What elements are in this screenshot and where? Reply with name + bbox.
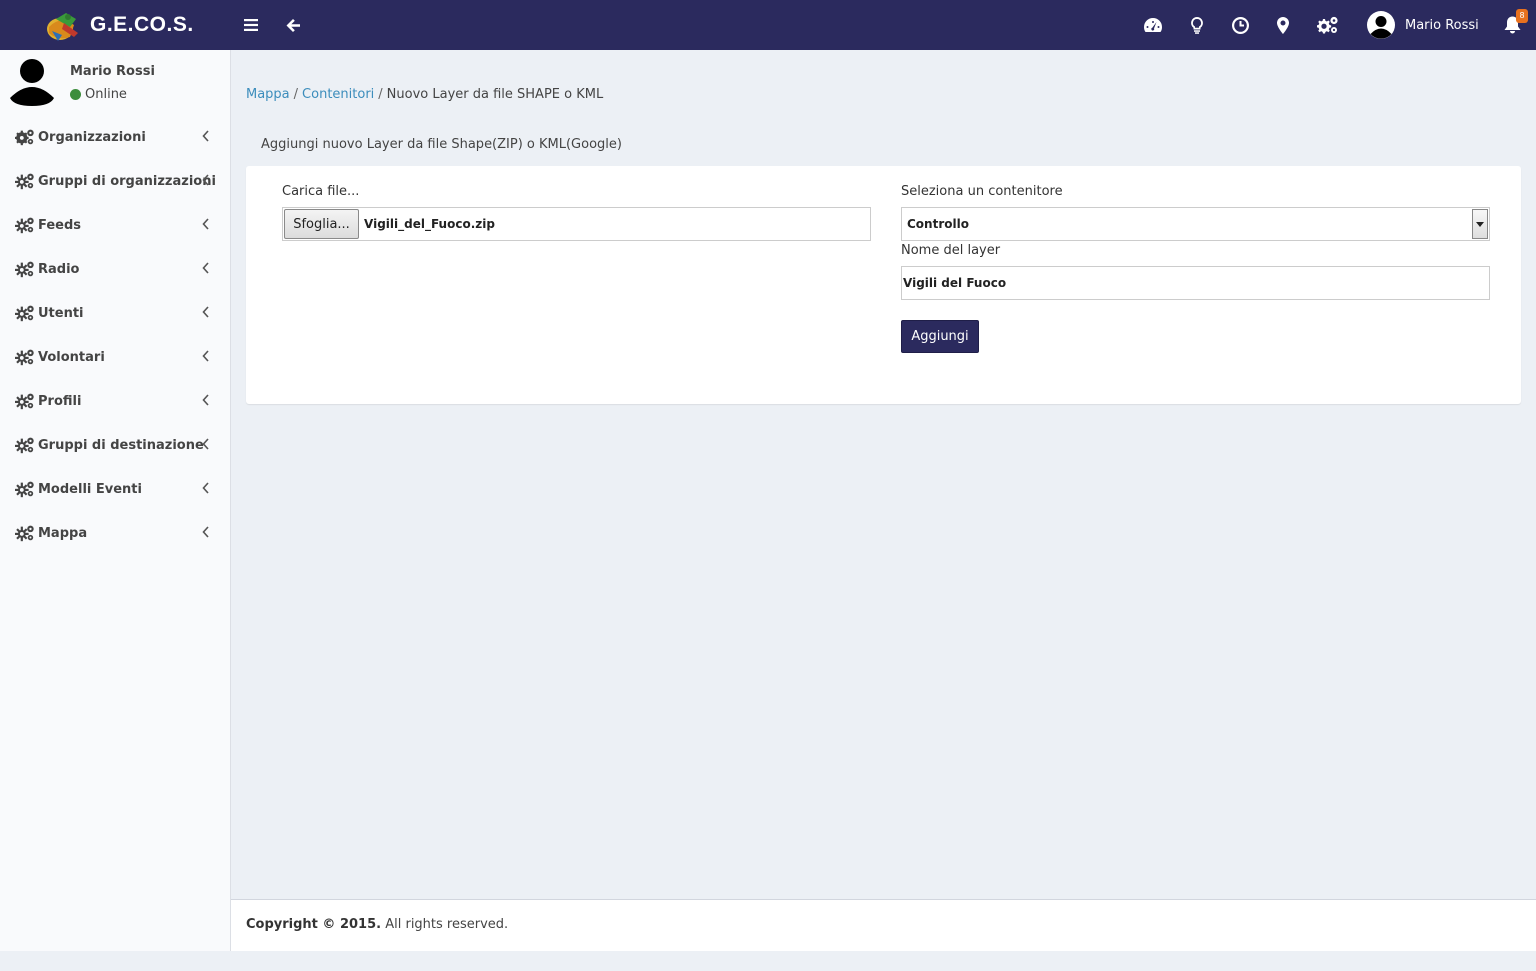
form-title: Aggiungi nuovo Layer da file Shape(ZIP) … xyxy=(261,137,622,152)
browse-button[interactable]: Sfoglia... xyxy=(284,209,359,239)
cogs-icon xyxy=(15,437,34,454)
user-status: Online xyxy=(70,87,127,102)
sidebar-item-label: Gruppi di destinazione xyxy=(38,437,204,453)
rights-text: All rights reserved. xyxy=(385,917,509,932)
container-select-label: Seleziona un contenitore xyxy=(901,184,1063,199)
select-arrow[interactable] xyxy=(1472,209,1488,239)
user-status-label: Online xyxy=(85,87,127,102)
sidebar-item-volontari[interactable]: Volontari xyxy=(0,335,230,379)
sidebar-item-mappa[interactable]: Mappa xyxy=(0,511,230,555)
breadcrumb-link-mappa[interactable]: Mappa xyxy=(246,87,290,102)
cogs-icon xyxy=(15,525,34,542)
dashboard-icon xyxy=(1144,18,1162,32)
cogs-icon xyxy=(15,305,34,322)
ideas-button[interactable] xyxy=(1185,13,1209,37)
chevron-left-icon xyxy=(202,262,209,274)
lightbulb-icon xyxy=(1191,16,1203,34)
breadcrumb-separator: / xyxy=(293,87,299,102)
map-button[interactable] xyxy=(1271,13,1295,37)
notification-badge: 8 xyxy=(1516,9,1528,23)
sidebar-user-name: Mario Rossi xyxy=(70,64,155,79)
sidebar-item-label: Radio xyxy=(38,261,80,277)
brand-name: G.E.CO.S. xyxy=(90,13,194,36)
caret-down-icon xyxy=(1476,221,1484,227)
sidebar-item-label: Utenti xyxy=(38,305,84,321)
chevron-left-icon xyxy=(202,438,209,450)
sidebar-item-organizzazioni[interactable]: Organizzazioni xyxy=(0,115,230,159)
sidebar-item-modelli-eventi[interactable]: Modelli Eventi xyxy=(0,467,230,511)
sidebar-item-label: Profili xyxy=(38,393,82,409)
chevron-left-icon xyxy=(202,394,209,406)
file-upload-input[interactable]: Sfoglia... Vigili_del_Fuoco.zip xyxy=(282,207,871,241)
user-panel: Mario Rossi Online xyxy=(10,58,220,108)
sidebar-toggle-button[interactable] xyxy=(239,13,263,37)
chevron-left-icon xyxy=(202,218,209,230)
add-button[interactable]: Aggiungi xyxy=(901,320,979,353)
upload-layer-form: Carica file... Sfoglia... Vigili_del_Fuo… xyxy=(246,166,1521,404)
cogs-icon xyxy=(15,481,34,498)
menu-toggle-icon xyxy=(244,19,258,31)
gecos-logo-icon xyxy=(47,13,78,41)
sidebar-item-gruppi-destinazione[interactable]: Gruppi di destinazione xyxy=(0,423,230,467)
sidebar-item-utenti[interactable]: Utenti xyxy=(0,291,230,335)
cogs-icon xyxy=(15,173,34,190)
sidebar: Mario Rossi Online Organizzazioni Gruppi… xyxy=(0,50,231,951)
copyright-text: Copyright © 2015. xyxy=(246,917,382,932)
footer: Copyright © 2015. All rights reserved. xyxy=(231,899,1536,951)
sidebar-item-label: Modelli Eventi xyxy=(38,481,142,497)
map-marker-icon xyxy=(1277,16,1289,34)
cogs-icon xyxy=(15,217,34,234)
chevron-left-icon xyxy=(202,350,209,362)
history-button[interactable] xyxy=(1228,13,1252,37)
sidebar-item-gruppi-organizzazioni[interactable]: Gruppi di organizzazioni xyxy=(0,159,230,203)
breadcrumb-separator: / xyxy=(378,87,383,102)
sidebar-item-feeds[interactable]: Feeds xyxy=(0,203,230,247)
back-arrow-icon xyxy=(286,18,300,32)
clock-icon xyxy=(1231,16,1249,34)
chevron-left-icon xyxy=(202,130,209,142)
chevron-left-icon xyxy=(202,526,209,538)
chevron-left-icon xyxy=(202,482,209,494)
sidebar-item-label: Organizzazioni xyxy=(38,129,146,145)
cogs-icon xyxy=(1317,16,1338,34)
selected-file-name: Vigili_del_Fuoco.zip xyxy=(364,217,495,231)
layer-name-label: Nome del layer xyxy=(901,243,1001,258)
main-content: Mappa / Contenitori / Nuovo Layer da file SH… xyxy=(231,50,1536,899)
online-status-dot-icon xyxy=(70,89,81,100)
cogs-icon xyxy=(15,261,34,278)
sidebar-item-radio[interactable]: Radio xyxy=(0,247,230,291)
layer-name-input[interactable] xyxy=(901,266,1490,300)
sidebar-menu: Organizzazioni Gruppi di organizzazioni … xyxy=(0,115,230,555)
cogs-icon xyxy=(15,349,34,366)
sidebar-item-label: Mappa xyxy=(38,525,88,541)
user-menu[interactable]: Mario Rossi xyxy=(1367,11,1479,39)
top-navbar: G.E.CO.S. Mario Rossi 8 xyxy=(0,0,1536,50)
sidebar-item-label: Volontari xyxy=(38,349,105,365)
file-upload-label: Carica file... xyxy=(282,184,360,199)
user-avatar-icon xyxy=(1367,11,1395,39)
chevron-left-icon xyxy=(202,174,209,186)
brand-logo[interactable]: G.E.CO.S. xyxy=(44,7,194,43)
dashboard-button[interactable] xyxy=(1141,13,1165,37)
cogs-icon xyxy=(15,129,34,146)
cogs-icon xyxy=(15,393,34,410)
breadcrumb-current: Nuovo Layer da file SHAPE o KML xyxy=(386,87,604,102)
breadcrumb: Mappa / Contenitori / Nuovo Layer da file SH… xyxy=(246,87,603,102)
footer-text: Copyright © 2015. All rights reserved. xyxy=(246,917,508,932)
sidebar-item-label: Gruppi di organizzazioni xyxy=(38,173,216,189)
header-user-name: Mario Rossi xyxy=(1405,17,1479,33)
container-select-value: Controllo xyxy=(907,217,969,231)
sidebar-item-profili[interactable]: Profili xyxy=(0,379,230,423)
breadcrumb-link-contenitori[interactable]: Contenitori xyxy=(302,87,374,102)
chevron-left-icon xyxy=(202,306,209,318)
back-button[interactable] xyxy=(281,13,305,37)
user-avatar-icon xyxy=(10,59,54,106)
sidebar-item-label: Feeds xyxy=(38,217,82,233)
container-select[interactable]: Controllo xyxy=(901,207,1490,241)
settings-button[interactable] xyxy=(1316,13,1340,37)
